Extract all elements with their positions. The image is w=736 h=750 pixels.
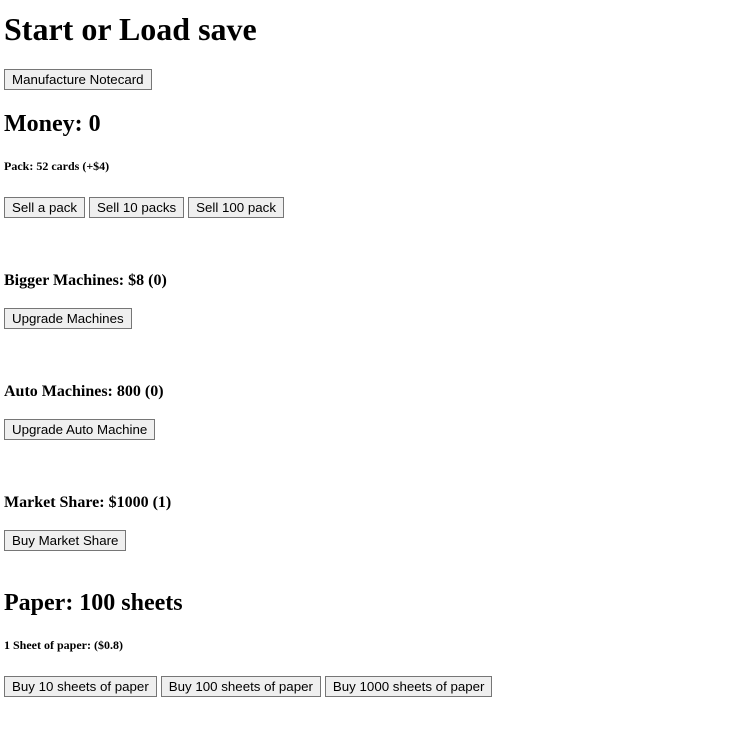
page-title: Start or Load save (4, 11, 257, 47)
sell-ten-packs-button[interactable]: Sell 10 packs (89, 197, 185, 218)
money-heading: Money: 0 (4, 111, 101, 137)
sell-one-pack-button[interactable]: Sell a pack (4, 197, 86, 218)
market-share-heading: Market Share: $1000 (1) (4, 494, 172, 511)
manufacture-notecard-button[interactable]: Manufacture Notecard (4, 69, 152, 90)
sell-pack-buttons: Sell a pack Sell 10 packs Sell 100 pack (4, 197, 284, 218)
buy-paper-buttons: Buy 10 sheets of paper Buy 100 sheets of… (4, 676, 493, 697)
buy-ten-sheets-button[interactable]: Buy 10 sheets of paper (4, 676, 157, 697)
pack-info: Pack: 52 cards (+$4) (4, 159, 110, 173)
paper-heading: Paper: 100 sheets (4, 590, 183, 616)
auto-machines-heading: Auto Machines: 800 (0) (4, 383, 164, 400)
upgrade-auto-machine-button[interactable]: Upgrade Auto Machine (4, 419, 156, 440)
buy-market-share-button[interactable]: Buy Market Share (4, 530, 127, 551)
buy-thousand-sheets-button[interactable]: Buy 1000 sheets of paper (324, 676, 493, 697)
bigger-machines-row: Upgrade Machines (4, 308, 132, 329)
paper-price-info: 1 Sheet of paper: ($0.8) (4, 638, 123, 652)
sell-hundred-packs-button[interactable]: Sell 100 pack (188, 197, 284, 218)
bigger-machines-heading: Bigger Machines: $8 (0) (4, 272, 167, 289)
auto-machines-row: Upgrade Auto Machine (4, 419, 156, 440)
upgrade-machines-button[interactable]: Upgrade Machines (4, 308, 132, 329)
buy-hundred-sheets-button[interactable]: Buy 100 sheets of paper (160, 676, 321, 697)
manufacture-row: Manufacture Notecard (4, 69, 152, 90)
market-share-row: Buy Market Share (4, 530, 127, 551)
